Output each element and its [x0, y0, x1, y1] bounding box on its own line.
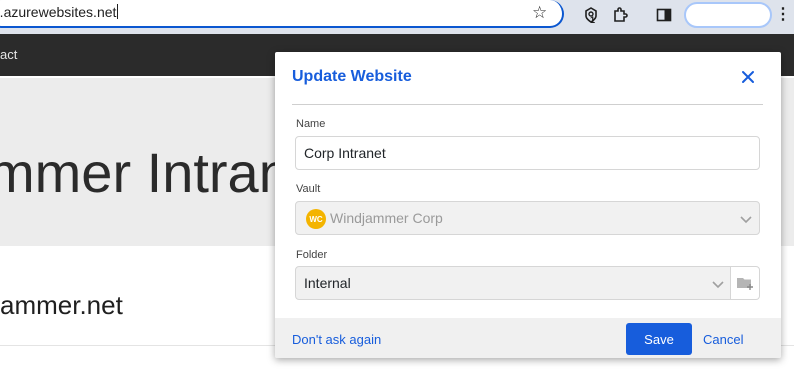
- add-folder-button[interactable]: [731, 266, 760, 300]
- bookmark-star-icon[interactable]: ☆: [532, 2, 547, 24]
- extensions-puzzle-icon[interactable]: [609, 4, 631, 26]
- name-field[interactable]: Corp Intranet: [295, 136, 760, 170]
- dont-ask-again-link[interactable]: Don't ask again: [292, 332, 381, 347]
- chevron-down-icon: [740, 216, 752, 224]
- browser-menu-icon[interactable]: ⋮: [775, 4, 791, 26]
- cancel-button[interactable]: Cancel: [703, 332, 743, 347]
- vault-value: Windjammer Corp: [330, 210, 443, 226]
- close-icon[interactable]: [735, 64, 761, 90]
- vault-label: Vault: [296, 183, 321, 195]
- folder-label: Folder: [296, 249, 328, 261]
- nav-link-contact[interactable]: act: [0, 47, 17, 62]
- profile-button[interactable]: [684, 2, 772, 28]
- folder-select[interactable]: Internal: [295, 266, 731, 300]
- page-subtitle: ammer.net: [0, 290, 123, 320]
- vault-avatar: WC: [306, 209, 326, 229]
- folder-plus-icon: [737, 278, 753, 290]
- side-panel-icon[interactable]: [653, 4, 675, 26]
- extension-badge: 1: [590, 15, 596, 25]
- name-label: Name: [296, 118, 326, 130]
- vault-select: WC Windjammer Corp: [295, 201, 760, 235]
- dialog-footer: Don't ask again Save Cancel: [275, 318, 781, 358]
- browser-toolbar: et.azurewebsites.net ☆ 1 ⋮: [0, 0, 794, 34]
- folder-value[interactable]: Internal: [304, 275, 351, 291]
- address-bar[interactable]: et.azurewebsites.net: [0, 0, 564, 28]
- url-text[interactable]: et.azurewebsites.net: [0, 4, 119, 20]
- dialog-divider: [292, 104, 763, 105]
- name-value[interactable]: Corp Intranet: [304, 145, 386, 161]
- save-button[interactable]: Save: [626, 323, 692, 355]
- dialog-title: Update Website: [292, 68, 412, 85]
- chevron-down-icon: [712, 281, 724, 289]
- update-website-dialog: Update Website Name Corp Intranet Vault …: [275, 52, 781, 358]
